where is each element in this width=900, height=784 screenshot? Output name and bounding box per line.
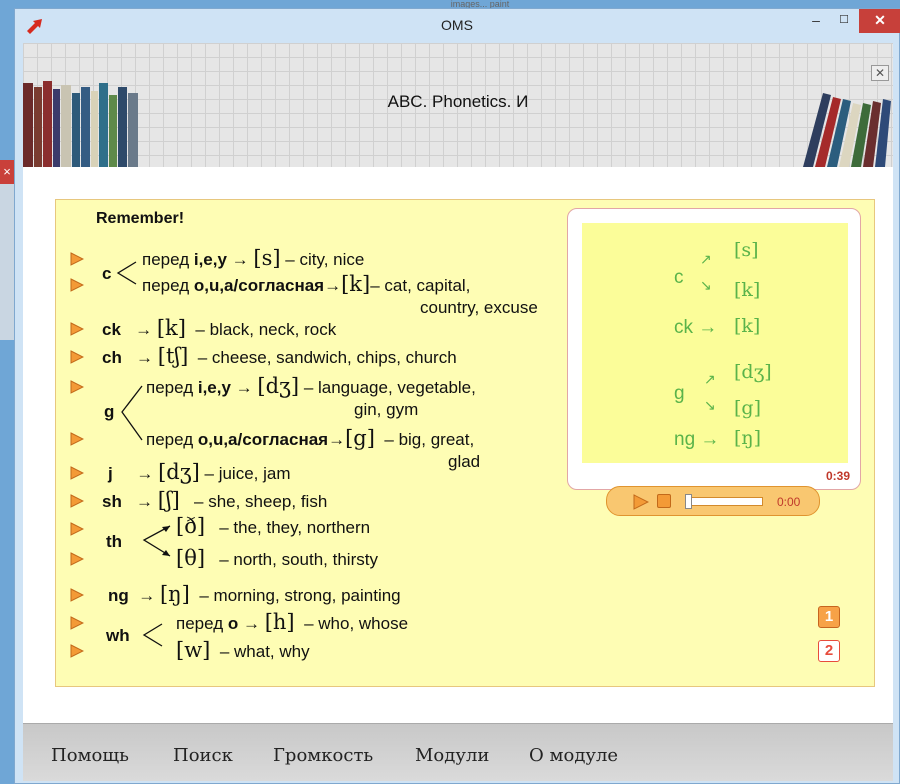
remember-heading: Remember! — [96, 210, 185, 227]
branch-c-icon — [116, 261, 137, 285]
rule-ng: ng → [ŋ] – morning, strong, painting — [108, 582, 401, 606]
rule-wh-w: [w] – what, why — [176, 638, 310, 662]
player-play-button[interactable] — [633, 494, 649, 510]
menu-volume[interactable]: Громкость — [273, 745, 373, 766]
letter-th: th — [106, 532, 123, 551]
bookshelf-right-image — [803, 93, 891, 167]
branch-g-icon — [121, 385, 143, 441]
screen-c-k: [k] — [734, 279, 761, 301]
play-j-icon[interactable] — [70, 466, 84, 480]
play-ng-icon[interactable] — [70, 588, 84, 602]
rule-c-hard: перед o,u,a/согласная→[k]– cat, capital, — [142, 272, 471, 296]
screen-ck: ck → — [674, 317, 718, 338]
screen-arrow-down-1: ↘ — [700, 277, 712, 293]
screen-ng: ng → — [674, 429, 720, 450]
seek-thumb[interactable] — [685, 494, 692, 509]
letter-c: c — [102, 264, 112, 283]
maximize-button[interactable]: ☐ — [831, 9, 857, 33]
play-ck-icon[interactable] — [70, 322, 84, 336]
rule-wh-h: перед o → [h] – who, whose — [176, 610, 409, 634]
rule-g-hard: перед o,u,a/согласная→[g] – big, great, — [146, 426, 475, 450]
rule-c-soft: перед i,e,y → [s] – city, nice — [142, 246, 365, 270]
screen-c-s: [s] — [734, 239, 759, 261]
play-g-soft-icon[interactable] — [70, 380, 84, 394]
player-controls: 0:00 — [606, 486, 820, 516]
rule-ch: ch → [tʃ] – cheese, sandwich, chips, chu… — [102, 344, 457, 368]
screen-g: g — [674, 383, 685, 404]
screen-arrow-down-2: ↘ — [704, 397, 716, 413]
rule-g-soft: перед i,e,y → [dʒ] – language, vegetable… — [146, 374, 476, 398]
rule-c-hard-cont: country, excuse — [420, 298, 538, 317]
video-player: c ↗ ↘ [s] [k] ck → [k] g ↗ ↘ [dʒ] [g] ng… — [567, 208, 861, 490]
screen-g-g: [g] — [734, 397, 761, 419]
menu-help[interactable]: Помощь — [51, 745, 129, 766]
menu-search[interactable]: Поиск — [173, 745, 233, 766]
screen-arrow-up-1: ↗ — [700, 251, 712, 267]
branch-th-icon — [142, 525, 171, 557]
rule-th-voiced: [ð] – the, they, northern — [176, 514, 371, 538]
play-th-voiceless-icon[interactable] — [70, 552, 84, 566]
page-2-button[interactable]: 2 — [818, 640, 840, 662]
current-time-label: 0:00 — [777, 495, 801, 509]
rule-j: j → [dʒ] – juice, jam — [108, 460, 291, 484]
page-1-button[interactable]: 1 — [818, 606, 840, 628]
background-window-title: images... paint — [450, 0, 510, 8]
rule-th-voiceless: [θ] – north, south, thirsty — [176, 546, 378, 570]
screen-arrow-up-2: ↗ — [704, 371, 716, 387]
letter-g: g — [104, 402, 115, 421]
duration-label: 0:39 — [826, 469, 851, 483]
menu-modules[interactable]: Модули — [415, 745, 489, 766]
branch-wh-icon — [142, 623, 163, 647]
lesson-title: ABC. Phonetics. И — [387, 92, 529, 111]
screen-c: c — [674, 267, 684, 288]
seek-bar[interactable] — [685, 497, 763, 506]
letter-wh: wh — [106, 626, 130, 645]
background-close-icon[interactable]: × — [0, 160, 14, 184]
play-sh-icon[interactable] — [70, 494, 84, 508]
rule-ck: ck → [k] – black, neck, rock — [102, 316, 337, 340]
play-g-hard-icon[interactable] — [70, 432, 84, 446]
window-title: OMS — [441, 17, 473, 33]
minimize-button[interactable]: – — [803, 9, 829, 33]
play-c-city-icon[interactable] — [70, 252, 84, 266]
screen-g-dz: [dʒ] — [734, 361, 772, 383]
lesson-header: ABC. Phonetics. И ✕ — [23, 43, 893, 167]
bottom-menu-bar: Помощь Поиск Громкость Модули О модуле — [23, 723, 893, 781]
inner-close-icon[interactable]: ✕ — [871, 65, 889, 81]
play-ch-icon[interactable] — [70, 350, 84, 364]
title-bar[interactable]: OMS – ☐ ✕ — [15, 9, 900, 41]
bookshelf-left-image — [23, 81, 138, 167]
screen-ck-k: [k] — [734, 315, 761, 337]
play-wh-h-icon[interactable] — [70, 616, 84, 630]
rules-panel: Remember! c перед i,e,y → [s] – city, ni… — [55, 199, 875, 687]
menu-about[interactable]: О модуле — [529, 745, 618, 766]
play-c-cat-icon[interactable] — [70, 278, 84, 292]
rule-g-hard-cont: glad — [448, 452, 481, 471]
player-stop-button[interactable] — [657, 494, 671, 508]
screen-ng-n: [ŋ] — [734, 427, 762, 449]
app-client-area: ABC. Phonetics. И ✕ Remember! c перед i,… — [23, 43, 893, 781]
player-screen[interactable]: c ↗ ↘ [s] [k] ck → [k] g ↗ ↘ [dʒ] [g] ng… — [582, 223, 848, 463]
close-button[interactable]: ✕ — [859, 9, 900, 33]
play-wh-w-icon[interactable] — [70, 644, 84, 658]
play-th-voiced-icon[interactable] — [70, 522, 84, 536]
rule-g-soft-cont: gin, gym — [354, 400, 419, 419]
rule-sh: sh → [ʃ] – she, sheep, fish — [102, 488, 328, 512]
oms-window: OMS – ☐ ✕ ABC. Phonetics. И ✕ Remember! … — [14, 8, 900, 784]
